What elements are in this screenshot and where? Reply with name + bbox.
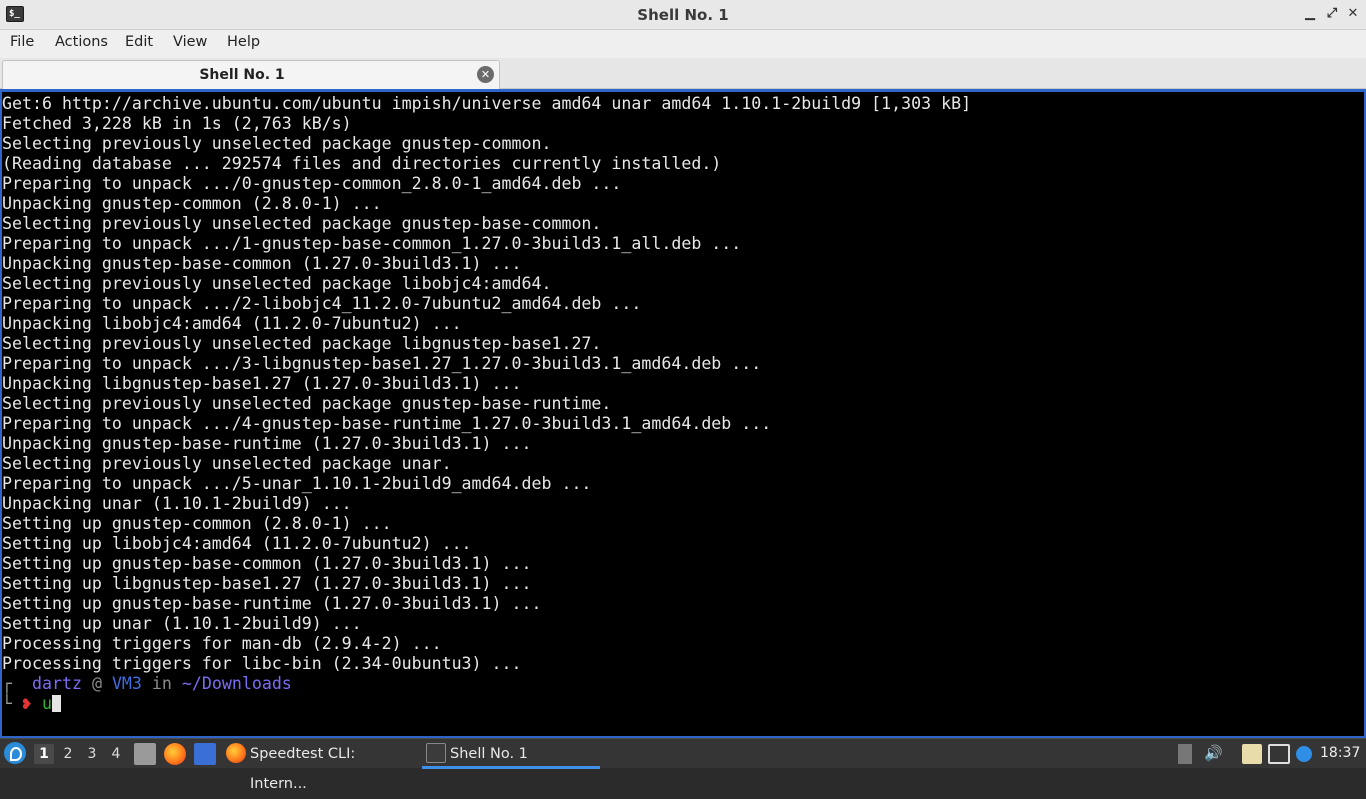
- volume-icon[interactable]: 🔊: [1204, 744, 1226, 764]
- menu-actions[interactable]: Actions: [55, 34, 108, 50]
- terminal-line: Fetched 3,228 kB in 1s (2,763 kB/s): [2, 114, 352, 133]
- prompt-input-line[interactable]: └ ❥ u: [2, 694, 1364, 714]
- start-menu-icon[interactable]: [4, 742, 26, 764]
- terminal-line: Selecting previously unselected package …: [2, 394, 612, 413]
- prompt-path: ~/Downloads: [181, 674, 292, 693]
- terminal-line: Unpacking libobjc4:amd64 (11.2.0-7ubuntu…: [2, 314, 462, 333]
- workspace-3[interactable]: 3: [82, 744, 102, 764]
- menu-bar: File Actions Edit View Help: [0, 30, 1366, 58]
- prompt-at: @: [91, 674, 102, 693]
- terminal-line: Preparing to unpack .../2-libobjc4_11.2.…: [2, 294, 642, 313]
- show-desktop-icon[interactable]: [194, 743, 216, 765]
- network-icon[interactable]: [1268, 744, 1290, 764]
- close-button[interactable]: ✕: [1345, 5, 1361, 23]
- task-speedtest-firefox[interactable]: Speedtest CLI: Intern...: [222, 739, 414, 792]
- terminal-window: $_ Shell No. 1 ▁ ⤢ ✕ File Actions Edit V…: [0, 0, 1366, 738]
- terminal-line: Preparing to unpack .../1-gnustep-base-c…: [2, 234, 742, 253]
- terminal-line: Unpacking unar (1.10.1-2build9) ...: [2, 494, 352, 513]
- tab-shell-1[interactable]: Shell No. 1 ✕: [2, 60, 500, 89]
- terminal-line: (Reading database ... 292574 files and d…: [2, 154, 722, 173]
- window-title: Shell No. 1: [637, 6, 729, 24]
- terminal-line: Setting up libobjc4:amd64 (11.2.0-7ubunt…: [2, 534, 472, 553]
- workspace-1[interactable]: 1: [34, 744, 54, 764]
- terminal-line: Selecting previously unselected package …: [2, 454, 452, 473]
- tab-close-icon[interactable]: ✕: [477, 66, 494, 83]
- menu-help[interactable]: Help: [227, 34, 260, 50]
- menu-view[interactable]: View: [173, 34, 207, 50]
- terminal-line: Setting up gnustep-base-runtime (1.27.0-…: [2, 594, 542, 613]
- task-shell-no-1[interactable]: Shell No. 1: [422, 739, 600, 769]
- prompt-bracket-top: ┌: [2, 674, 12, 693]
- scroll-indicator-icon[interactable]: [1178, 744, 1192, 764]
- terminal-line: Preparing to unpack .../0-gnustep-common…: [2, 174, 622, 193]
- terminal-line: Processing triggers for man-db (2.9.4-2)…: [2, 634, 442, 653]
- terminal-line: Selecting previously unselected package …: [2, 134, 552, 153]
- terminal-lines: Get:6 http://archive.ubuntu.com/ubuntu i…: [2, 94, 1364, 714]
- menu-file[interactable]: File: [10, 34, 34, 50]
- menu-edit[interactable]: Edit: [125, 34, 153, 50]
- tab-label: Shell No. 1: [199, 67, 285, 83]
- clock[interactable]: 18:37: [1320, 745, 1360, 761]
- terminal-line: Setting up libgnustep-base1.27 (1.27.0-3…: [2, 574, 532, 593]
- tab-bar: Shell No. 1 ✕: [0, 58, 1366, 89]
- text-cursor: [52, 695, 61, 712]
- terminal-line: Setting up unar (1.10.1-2build9) ...: [2, 614, 362, 633]
- terminal-line: Unpacking gnustep-base-common (1.27.0-3b…: [2, 254, 522, 273]
- title-bar[interactable]: $_ Shell No. 1 ▁ ⤢ ✕: [0, 0, 1366, 30]
- terminal-output[interactable]: Get:6 http://archive.ubuntu.com/ubuntu i…: [0, 89, 1366, 738]
- terminal-line: Selecting previously unselected package …: [2, 214, 602, 233]
- maximize-button[interactable]: ⤢: [1324, 5, 1340, 23]
- minimize-button[interactable]: ▁: [1302, 5, 1318, 23]
- prompt-bracket-bottom: └: [2, 694, 12, 713]
- terminal-line: Get:6 http://archive.ubuntu.com/ubuntu i…: [2, 94, 972, 113]
- prompt-host: VM3: [111, 674, 142, 693]
- firefox-icon: [226, 743, 246, 763]
- terminal-line: Setting up gnustep-base-common (1.27.0-3…: [2, 554, 532, 573]
- terminal-line: Selecting previously unselected package …: [2, 334, 602, 353]
- terminal-line: Unpacking gnustep-common (2.8.0-1) ...: [2, 194, 382, 213]
- clipboard-icon[interactable]: [1242, 744, 1262, 764]
- terminal-line: Selecting previously unselected package …: [2, 274, 552, 293]
- terminal-line: Unpacking gnustep-base-runtime (1.27.0-3…: [2, 434, 532, 453]
- workspace-4[interactable]: 4: [106, 744, 126, 764]
- prompt-info-line: ┌ dartz @ VM3 in ~/Downloads: [2, 674, 1364, 694]
- taskbar: 1 2 3 4 Speedtest CLI: Intern... Shell N…: [0, 738, 1366, 792]
- workspace-2[interactable]: 2: [58, 744, 78, 764]
- prompt-user: dartz: [31, 674, 82, 693]
- terminal-line: Setting up gnustep-common (2.8.0-1) ...: [2, 514, 392, 533]
- notification-icon[interactable]: [1296, 746, 1312, 762]
- terminal-line: Preparing to unpack .../4-gnustep-base-r…: [2, 414, 772, 433]
- terminal-line: Preparing to unpack .../5-unar_1.10.1-2b…: [2, 474, 592, 493]
- task-label: Shell No. 1: [450, 746, 528, 762]
- terminal-line: Preparing to unpack .../3-libgnustep-bas…: [2, 354, 762, 373]
- terminal-line: Unpacking libgnustep-base1.27 (1.27.0-3b…: [2, 374, 522, 393]
- task-label: Speedtest CLI: Intern...: [250, 746, 356, 792]
- command-input[interactable]: u: [42, 694, 52, 713]
- terminal-icon: [426, 743, 446, 763]
- terminal-line: Processing triggers for libc-bin (2.34-0…: [2, 654, 522, 673]
- prompt-arrow-icon: ❥: [22, 694, 32, 713]
- prompt-in: in: [151, 674, 172, 693]
- firefox-launcher-icon[interactable]: [164, 743, 186, 765]
- file-manager-icon[interactable]: [134, 743, 156, 765]
